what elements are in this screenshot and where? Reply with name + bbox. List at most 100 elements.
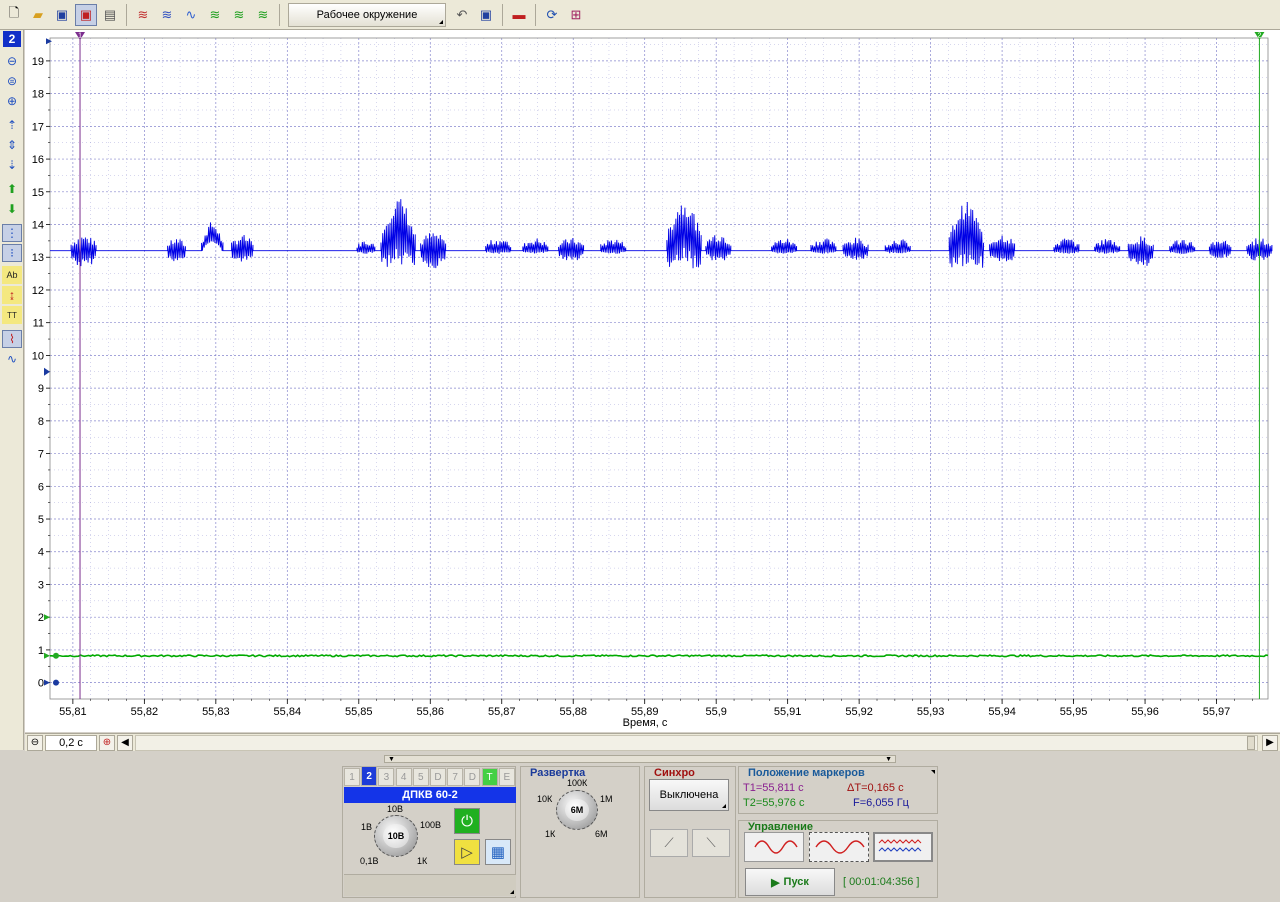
scroll-right-icon[interactable]: ▶ [1262, 734, 1278, 751]
start-button[interactable]: ▶ Пуск [745, 868, 835, 896]
green-channel-marker-icon [44, 652, 50, 659]
time-zoom-value[interactable]: 0,2 с [45, 734, 97, 751]
arrow-down-icon[interactable]: ⬇ [2, 200, 22, 218]
plot-frame [49, 37, 1269, 700]
channel-1-signal-line [49, 654, 1269, 658]
knob-label-top: 10В [387, 804, 404, 814]
x-tick-label: 55,88 [559, 706, 587, 718]
channel-tab-9[interactable]: E [498, 768, 515, 786]
shift-up-icon[interactable]: ⇡ [2, 116, 22, 134]
x-tick-label: 55,97 [1203, 706, 1231, 718]
channel-tab-3[interactable]: 4 [395, 768, 412, 786]
dropdown-corner-icon [722, 804, 726, 808]
channel-tab-6[interactable]: 7 [447, 768, 464, 786]
scrollbar-thumb[interactable] [1247, 735, 1255, 750]
channel-tab-7[interactable]: D [464, 768, 481, 786]
channel-power-icon[interactable]: ⏻ [454, 808, 480, 834]
x-tick-label: 55,87 [488, 706, 516, 718]
y-tick-label: 12 [32, 285, 44, 297]
signals-icon[interactable]: ≋ [156, 4, 178, 26]
channel-tab-2[interactable]: 3 [378, 768, 395, 786]
sweep-knob-value: 6М [565, 798, 589, 822]
wave-icon[interactable]: ∿ [180, 4, 202, 26]
dropdown-corner-icon [439, 19, 443, 24]
signal-settings-icon[interactable]: ≋ [252, 4, 274, 26]
x-tick-label: 55,83 [202, 706, 230, 718]
y-tick-label: 8 [38, 416, 44, 428]
y-tick-label: 10 [32, 350, 44, 362]
signal-number-icon[interactable]: ≋ [228, 4, 250, 26]
marker-delta-value: ΔT=0,165 с [847, 782, 904, 794]
cursor-mode-icon[interactable]: ⋮ [2, 224, 22, 242]
car-icon[interactable]: ▬ [508, 4, 530, 26]
recorder-mode-button[interactable] [873, 832, 933, 862]
x-tick-label: 55,96 [1131, 706, 1159, 718]
channel-tab-1[interactable]: 2 [361, 766, 378, 786]
save-workspace-icon[interactable]: ▣ [475, 4, 497, 26]
open-folder-icon[interactable]: ▰ [27, 4, 49, 26]
zoom-in-time-icon[interactable]: ⊕ [99, 734, 115, 751]
y-tick-label: 19 [32, 56, 44, 68]
channel-options-strip[interactable] [344, 874, 516, 896]
scroll-left-icon[interactable]: ◀ [117, 734, 133, 751]
refresh-icon[interactable]: ⟳ [541, 4, 563, 26]
check-signal-icon[interactable]: ≋ [204, 4, 226, 26]
sweep-knob-top: 100К [567, 778, 588, 788]
marker-levels-icon[interactable]: ↨ [2, 286, 22, 304]
toolbar-separator [279, 3, 280, 26]
horizontal-scrollbar[interactable] [135, 734, 1258, 751]
channel-offset-marker-icon [44, 367, 50, 376]
text-label-icon[interactable]: Ab [2, 266, 22, 284]
knob-label-bottom-right: 1К [417, 856, 428, 866]
sweep-knob[interactable]: 6М [556, 790, 598, 830]
channel-tab-4[interactable]: 5 [412, 768, 429, 786]
save-icon[interactable]: ▣ [51, 4, 73, 26]
channel-tab-8[interactable]: T [481, 768, 498, 786]
y-tick-label: 18 [32, 89, 44, 101]
chart-view-icon[interactable]: ⌇ [2, 330, 22, 348]
panel-splitter[interactable]: ▼ ▼ [384, 755, 896, 763]
knob-label-right: 100В [420, 820, 442, 830]
signal-icon[interactable]: ≋ [132, 4, 154, 26]
single-sweep-button[interactable] [744, 832, 804, 862]
splitter-left-icon: ▼ [388, 755, 395, 763]
zoom-out-vertical-icon[interactable]: ⊖ [2, 52, 22, 70]
chart-view2-icon[interactable]: ∿ [2, 350, 22, 368]
shift-down-icon[interactable]: ⇣ [2, 156, 22, 174]
voltage-knob[interactable]: 10В [374, 815, 418, 857]
falling-edge-icon[interactable]: ⟍ [692, 829, 730, 857]
rising-edge-icon[interactable]: ⟋ [650, 829, 688, 857]
expand-icon[interactable]: ⇕ [2, 136, 22, 154]
undo-icon[interactable]: ↶ [451, 4, 473, 26]
active-channel-indicator[interactable]: 2 [3, 31, 21, 47]
zoom-reset-icon[interactable]: ⊜ [2, 72, 22, 90]
fit-icon[interactable]: ⊞ [565, 4, 587, 26]
cursor-mode2-icon[interactable]: ⁝ [2, 244, 22, 262]
channel-play-icon[interactable]: ▷ [454, 839, 480, 865]
y-tick-label: 14 [32, 220, 44, 232]
y-tick-label: 7 [38, 449, 44, 461]
channel-tab-0[interactable]: 1 [344, 768, 360, 786]
markers-options-icon[interactable] [931, 770, 935, 774]
oscillogram-plot[interactable]: 0 1 2 3 4 5 6 7 8 9 10 11 12 13 14 15 16 17 18 19 55,81 55,82… [25, 30, 1280, 732]
arrow-up-icon[interactable]: ⬆ [2, 180, 22, 198]
new-file-icon[interactable]: 🗋 [3, 4, 25, 26]
continuous-sweep-button[interactable] [809, 832, 869, 862]
channel-tab-5[interactable]: D [430, 768, 446, 786]
calculator-icon[interactable]: ▦ [485, 839, 511, 865]
blue-zero-dot-icon [53, 679, 59, 686]
oscillogram-svg[interactable]: 01234567891011121314151617181955,81 55,82… [25, 30, 1280, 732]
save-as-icon[interactable]: ▣ [75, 3, 97, 26]
sync-mode-dropdown[interactable]: Выключена [649, 779, 729, 811]
time-markers-icon[interactable]: TT [2, 306, 22, 324]
zoom-out-time-icon[interactable]: ⊖ [27, 734, 43, 751]
print-icon[interactable]: ▤ [99, 4, 121, 26]
zoom-in-vertical-icon[interactable]: ⊕ [2, 92, 22, 110]
knob-label-bottom-left: 0,1В [360, 856, 379, 866]
workspace-dropdown[interactable]: Рабочее окружение [288, 2, 446, 27]
x-tick-label: 55,84 [274, 706, 302, 718]
x-tick-label: 55,85 [345, 706, 373, 718]
knob-label-left: 1В [361, 822, 373, 832]
markers-title: Положение маркеров [748, 767, 865, 779]
y-tick-label: 17 [32, 121, 44, 133]
